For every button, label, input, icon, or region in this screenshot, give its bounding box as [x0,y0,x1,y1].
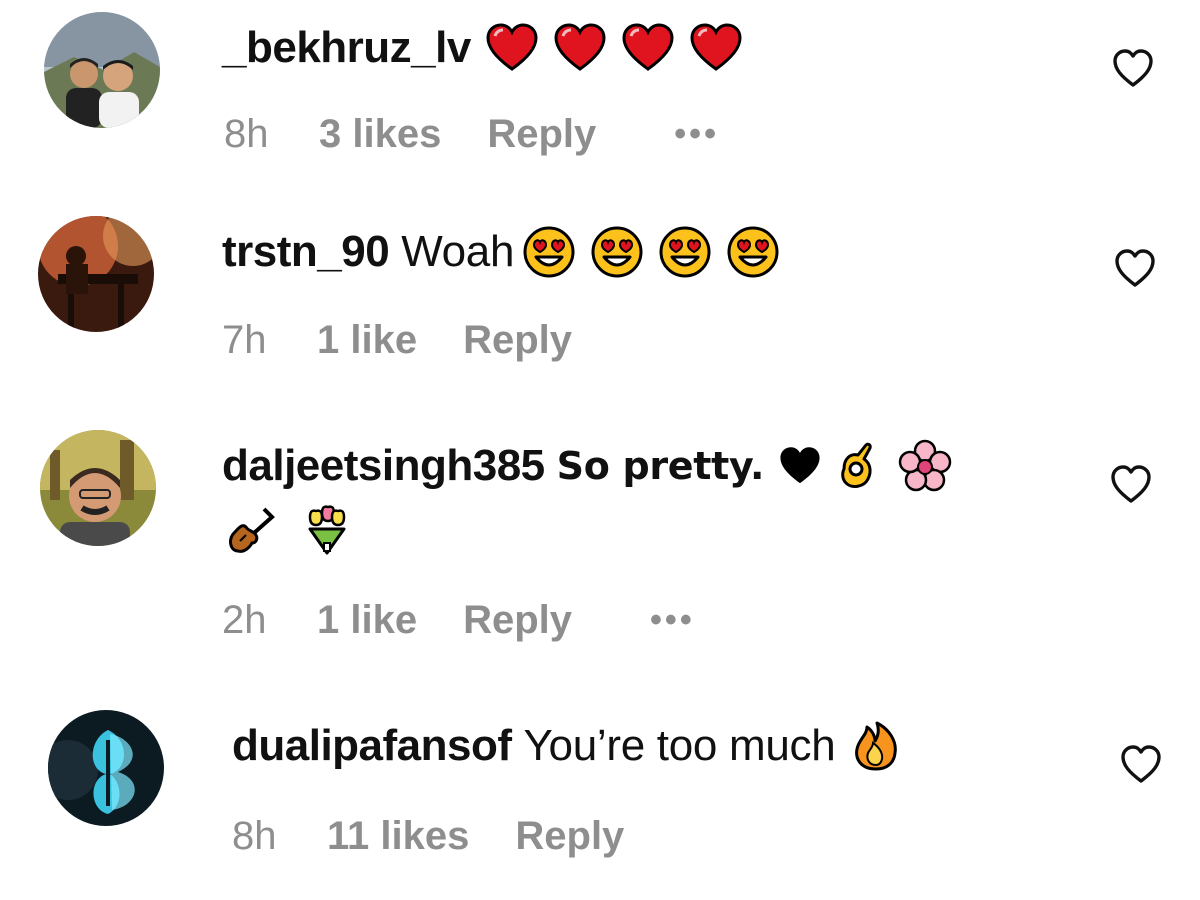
like-heart-icon[interactable] [1118,742,1164,788]
reply-button[interactable]: Reply [515,814,624,859]
timestamp: 7h [222,318,267,362]
comment-meta: 7h 1 like Reply [222,318,572,363]
likes-count[interactable]: 11 likes [327,814,469,859]
red-heart-icon [553,21,607,75]
heart-eyes-face-icon [590,225,644,279]
likes-count[interactable]: 3 likes [319,112,441,157]
avatar[interactable] [38,216,154,332]
timestamp: 8h [232,814,277,858]
username[interactable]: dualipafansof [232,721,512,771]
comment-meta: 8h 3 likes Reply ••• [224,112,719,157]
comment-content: trstn_90 Woah [222,222,780,282]
comment-text: So pretty. [556,444,765,488]
avatar[interactable] [40,430,156,546]
timestamp: 2h [222,598,267,642]
comment-meta: 8h 11 likes Reply [232,814,624,859]
heart-eyes-face-icon [658,225,712,279]
username[interactable]: daljeetsingh385 [222,441,545,491]
more-options-button[interactable]: ••• [650,601,695,640]
avatar[interactable] [44,12,160,128]
black-heart-icon [778,444,822,488]
comment-content: dualipafansof You’re too much [232,716,903,776]
more-options-button[interactable]: ••• [674,115,719,154]
username[interactable]: _bekhruz_lv [222,23,471,73]
likes-count[interactable]: 1 like [317,318,417,363]
violin-icon [224,503,278,557]
comment-text: Woah [401,227,515,276]
timestamp: 8h [224,112,269,156]
comment-content-continued [222,500,354,560]
comment-content: daljeetsingh385 So pretty. [222,436,952,496]
like-heart-icon[interactable] [1110,46,1156,92]
heart-eyes-face-icon [522,225,576,279]
likes-count[interactable]: 1 like [317,598,417,643]
fire-icon [849,719,903,773]
red-heart-icon [689,21,743,75]
like-heart-icon[interactable] [1108,462,1154,508]
heart-eyes-face-icon [726,225,780,279]
tulip-bouquet-icon [300,503,354,557]
cherry-blossom-icon [898,439,952,493]
username[interactable]: trstn_90 [222,227,390,277]
like-heart-icon[interactable] [1112,246,1158,292]
comment-text: You’re too much [523,721,836,770]
reply-button[interactable]: Reply [463,598,572,643]
comment-meta: 2h 1 like Reply ••• [222,598,695,643]
red-heart-icon [621,21,675,75]
avatar[interactable] [48,710,164,826]
reply-button[interactable]: Reply [487,112,596,157]
red-heart-icon [485,21,539,75]
ok-hand-icon [830,439,884,493]
comment-content: _bekhruz_lv [222,18,743,78]
reply-button[interactable]: Reply [463,318,572,363]
